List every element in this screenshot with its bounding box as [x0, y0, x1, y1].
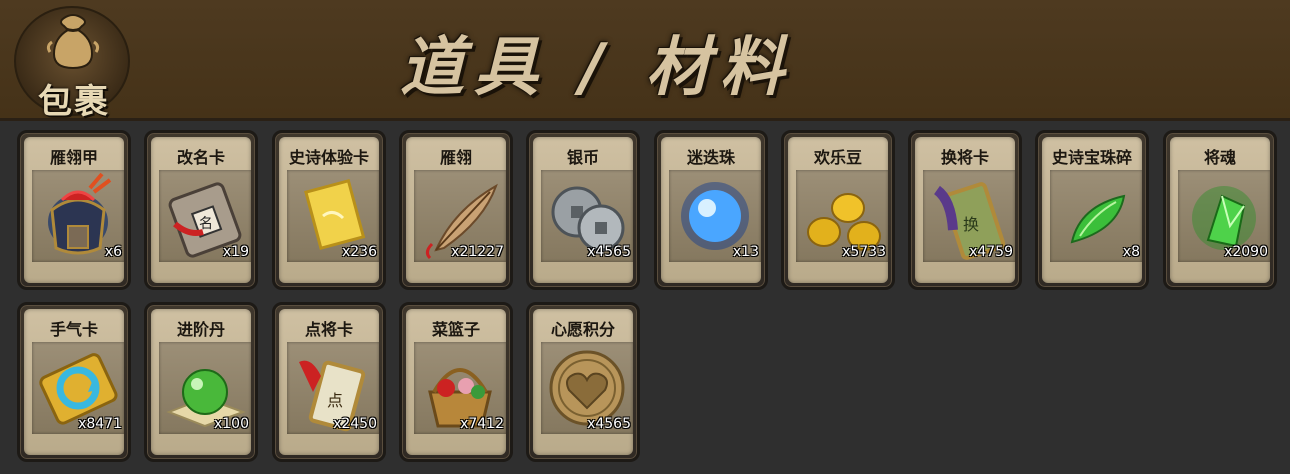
item-count: x4565: [587, 416, 631, 432]
item-image: x21227: [414, 170, 506, 262]
item-slot-frame: 换将卡换 x4759: [915, 137, 1015, 283]
item-count: x8: [1122, 244, 1140, 260]
item-slot-frame: 菜篮子 x7412: [406, 309, 506, 455]
bag-icon: [46, 14, 100, 70]
item-name: 将魂: [1203, 148, 1236, 167]
item-count: x2090: [1224, 244, 1268, 260]
item-slot-frame: 欢乐豆 x5733: [788, 137, 888, 283]
item-name: 进阶丹: [176, 320, 225, 339]
item-name: 银币: [566, 148, 599, 167]
item-name: 改名卡: [176, 148, 225, 167]
item-slot-frame: 史诗体验卡 x236: [279, 137, 379, 283]
item-slot-frame: 史诗宝珠碎 x8: [1042, 137, 1142, 283]
item-slot-frame: 进阶丹 x100: [151, 309, 251, 455]
item-name: 史诗体验卡: [288, 148, 369, 167]
item-image: x8471: [32, 342, 124, 434]
item-count: x21227: [451, 244, 504, 260]
item-slot-7[interactable]: 欢乐豆 x5733: [781, 130, 895, 290]
page-title: 道具 / 材料: [400, 31, 794, 105]
item-count: x8471: [78, 416, 122, 432]
item-slot-14[interactable]: 菜篮子 x7412: [399, 302, 513, 462]
item-count: x4759: [969, 244, 1013, 260]
item-image: 名 x19: [159, 170, 251, 262]
item-image: x7412: [414, 342, 506, 434]
item-image: 点 x2450: [287, 342, 379, 434]
item-count: x236: [341, 244, 377, 260]
item-slot-frame: 手气卡 x8471: [24, 309, 124, 455]
item-count: x5733: [842, 244, 886, 260]
item-name: 菜篮子: [431, 320, 480, 339]
item-name: 史诗宝珠碎: [1051, 148, 1132, 167]
item-image: x100: [159, 342, 251, 434]
item-image: x13: [669, 170, 761, 262]
item-slot-9[interactable]: 史诗宝珠碎 x8: [1035, 130, 1149, 290]
item-name: 迷迭珠: [686, 148, 735, 167]
item-slot-frame: 将魂 x2090: [1170, 137, 1270, 283]
bag-label: 包裹: [38, 82, 110, 122]
item-image: x236: [287, 170, 379, 262]
item-slot-15[interactable]: 心愿积分 x4565: [526, 302, 640, 462]
item-slot-frame: 改名卡名 x19: [151, 137, 251, 283]
svg-text:名: 名: [199, 216, 213, 232]
item-slot-frame: 迷迭珠 x13: [661, 137, 761, 283]
item-slot-11[interactable]: 手气卡 x8471: [17, 302, 131, 462]
item-name: 手气卡: [49, 320, 98, 339]
item-slot-4[interactable]: 雁翎 x21227: [399, 130, 513, 290]
item-slot-12[interactable]: 进阶丹 x100: [144, 302, 258, 462]
item-slot-6[interactable]: 迷迭珠 x13: [654, 130, 768, 290]
item-slot-2[interactable]: 改名卡名 x19: [144, 130, 258, 290]
item-count: x6: [104, 244, 122, 260]
item-slot-1[interactable]: 雁翎甲 x6: [17, 130, 131, 290]
item-slot-3[interactable]: 史诗体验卡 x236: [272, 130, 386, 290]
item-slot-13[interactable]: 点将卡点 x2450: [272, 302, 386, 462]
svg-text:点: 点: [327, 391, 343, 410]
item-name: 雁翎甲: [49, 148, 98, 167]
item-slot-5[interactable]: 银币 x4565: [526, 130, 640, 290]
item-slot-frame: 雁翎甲 x6: [24, 137, 124, 283]
item-image: x6: [32, 170, 124, 262]
item-image: x4565: [541, 170, 633, 262]
item-count: x13: [732, 244, 759, 260]
item-slot-frame: 银币 x4565: [533, 137, 633, 283]
item-image: 换 x4759: [923, 170, 1015, 262]
item-image: x5733: [796, 170, 888, 262]
svg-text:换: 换: [963, 215, 979, 234]
item-count: x7412: [460, 416, 504, 432]
item-image: x8: [1050, 170, 1142, 262]
item-image: x4565: [541, 342, 633, 434]
item-name: 换将卡: [940, 148, 989, 167]
item-image: x2090: [1178, 170, 1270, 262]
item-count: x2450: [333, 416, 377, 432]
item-count: x4565: [587, 244, 631, 260]
item-count: x19: [222, 244, 249, 260]
item-name: 欢乐豆: [813, 148, 862, 167]
item-slot-frame: 点将卡点 x2450: [279, 309, 379, 455]
page-header: 包裹 道具 / 材料: [0, 0, 1290, 122]
item-slot-frame: 心愿积分 x4565: [533, 309, 633, 455]
item-count: x100: [213, 416, 249, 432]
item-name: 点将卡: [304, 320, 353, 339]
inventory-bag-button[interactable]: 包裹: [8, 2, 140, 122]
item-slot-frame: 雁翎 x21227: [406, 137, 506, 283]
item-name: 雁翎: [439, 148, 472, 167]
item-name: 心愿积分: [550, 320, 615, 339]
item-slot-8[interactable]: 换将卡换 x4759: [908, 130, 1022, 290]
item-slot-10[interactable]: 将魂 x2090: [1163, 130, 1277, 290]
